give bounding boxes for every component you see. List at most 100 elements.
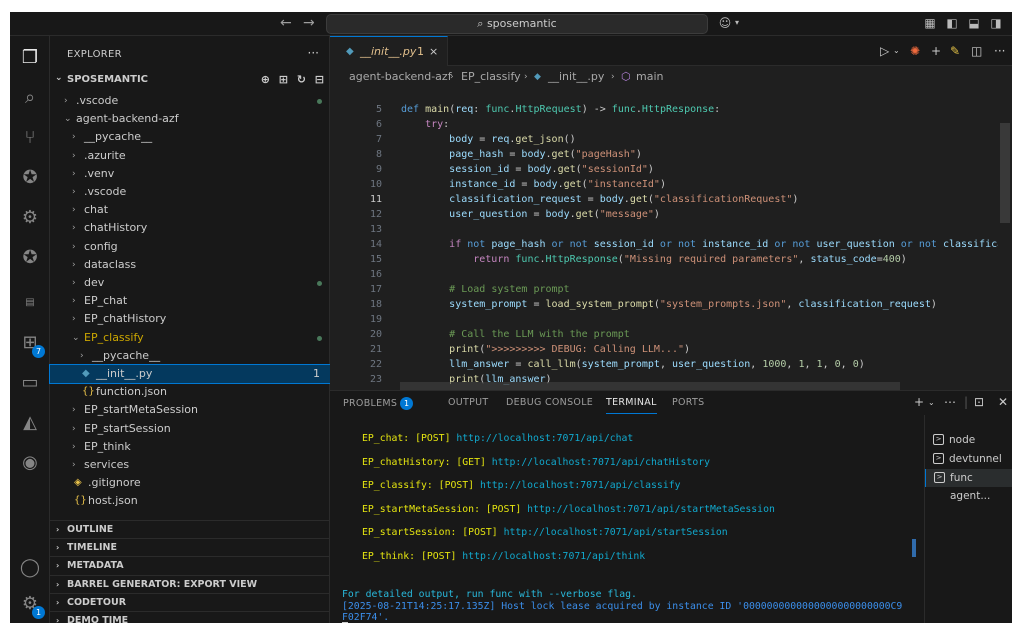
endpoint-method: [POST] (415, 550, 463, 562)
tree-item[interactable]: › EP_chat (50, 292, 330, 310)
collapse-all-icon[interactable]: ⊟ (315, 73, 324, 86)
chevron-right-icon: › (450, 72, 454, 82)
tree-item[interactable]: › dataclass (50, 256, 330, 274)
chevron-down-icon[interactable]: ▾ (730, 16, 744, 30)
breadcrumb-item[interactable]: main (636, 66, 663, 88)
endpoint-url[interactable]: http://localhost:7071/api/chatHistory (492, 457, 710, 468)
terminal-output[interactable]: For detailed output, run func with --ver… (330, 419, 920, 623)
split-editor-icon[interactable]: ◫ (971, 44, 982, 58)
scrollbar-thumb[interactable] (1000, 123, 1010, 223)
remote-explorer-icon[interactable]: ▭ (18, 371, 42, 395)
sidebar-section[interactable]: › BARREL GENERATOR: EXPORT VIEW (50, 574, 330, 593)
edge-icon[interactable]: ◉ (18, 451, 42, 475)
minimap[interactable] (998, 88, 1012, 390)
more-actions-icon[interactable]: ··· (308, 46, 319, 60)
tree-item[interactable]: › chatHistory (50, 219, 330, 237)
sidebar-section[interactable]: › TIMELINE (50, 538, 330, 556)
tree-item[interactable]: › .vscode (50, 183, 330, 201)
tab-output[interactable]: OUTPUT (448, 397, 489, 408)
breadcrumb-item[interactable]: agent-backend-azf (349, 66, 452, 88)
tree-item[interactable]: › EP_think (50, 438, 330, 456)
tree-item[interactable]: ◆ __init__.py 1 (49, 364, 331, 384)
chevron-down-icon[interactable]: ⌄ (893, 46, 900, 55)
sidebar-section[interactable]: › DEMO TIME (50, 611, 330, 623)
terminal-instance[interactable]: > devtunnel (925, 450, 1012, 468)
debug-icon[interactable]: ⚙ (18, 206, 42, 230)
sidebar-section[interactable]: › OUTLINE (50, 520, 330, 538)
tab-problems[interactable]: PROBLEMS 1 (343, 397, 414, 410)
tree-item[interactable]: › __pycache__ (50, 347, 330, 365)
tab-init-py[interactable]: ◆ __init__.py 1 × (330, 36, 448, 66)
tree-item[interactable]: › .venv (50, 165, 330, 183)
tree-item[interactable]: ◈ .gitignore (50, 474, 330, 492)
horizontal-scrollbar[interactable] (400, 382, 900, 390)
tree-item[interactable]: {} function.json (50, 383, 330, 401)
tree-item[interactable]: › __pycache__ (50, 128, 330, 146)
command-center-search[interactable]: ⌕ sposemantic (326, 14, 708, 34)
forward-button[interactable]: → (303, 15, 315, 31)
sidebar-section[interactable]: › CODETOUR (50, 592, 330, 611)
toggle-panel-icon[interactable]: ⬓ (967, 16, 981, 30)
pencil-icon[interactable]: ✎ (950, 44, 960, 58)
chevron-right-icon: › (72, 187, 76, 197)
tree-item[interactable]: › .vscode (50, 92, 330, 110)
mermaid-icon[interactable]: ▤ (18, 291, 42, 315)
line-number: 20 (369, 329, 382, 340)
chevron-down-icon[interactable]: ⌄ (928, 398, 935, 407)
back-button[interactable]: ← (280, 15, 292, 31)
run-icon[interactable]: ▷ (880, 44, 889, 58)
more-actions-icon[interactable]: ··· (994, 44, 1005, 58)
terminal-instance[interactable]: > node (925, 431, 1012, 449)
debug-star-icon[interactable]: ✺ (910, 44, 920, 58)
endpoint-url[interactable]: http://localhost:7071/api/startMetaSessi… (527, 504, 775, 515)
tree-item[interactable]: › EP_startMetaSession (50, 401, 330, 419)
tree-item[interactable]: › services (50, 456, 330, 474)
terminal-instance[interactable]: > func agent... (925, 469, 1012, 502)
code-line: 22 llm_answer = call_llm(system_prompt, … (330, 357, 1012, 372)
tab-terminal[interactable]: TERMINAL (606, 397, 657, 414)
code-editor[interactable]: 5 def main(req: func.HttpRequest) -> func… (330, 88, 1012, 390)
source-control-icon[interactable]: ⑂ (18, 126, 42, 150)
add-icon[interactable]: + (931, 44, 941, 58)
sidebar-section[interactable]: › METADATA (50, 556, 330, 574)
python-icon[interactable]: ✪ (18, 166, 42, 190)
tree-item[interactable]: › config (50, 238, 330, 256)
breadcrumb-item[interactable]: __init__.py (548, 66, 604, 88)
new-folder-icon[interactable]: ⊞ (279, 73, 288, 86)
accounts-icon[interactable]: ◯ (18, 556, 42, 580)
customize-layout-icon[interactable]: ▦ (923, 16, 937, 30)
azure-icon[interactable]: ◭ (18, 411, 42, 435)
close-icon[interactable]: ✕ (998, 395, 1008, 409)
tree-item[interactable]: ⌄ agent-backend-azf (50, 110, 330, 128)
endpoint-url[interactable]: http://localhost:7071/api/chat (456, 433, 633, 444)
tree-item[interactable]: ⌄ EP_classify (50, 329, 330, 347)
toggle-sidebar-icon[interactable]: ◧ (945, 16, 959, 30)
manage-icon[interactable]: ⚙ 1 (18, 592, 45, 619)
breadcrumb-item[interactable]: EP_classify (461, 66, 521, 88)
maximize-panel-icon[interactable]: ⊡ (974, 395, 984, 409)
tree-item[interactable]: › chat (50, 201, 330, 219)
split-terminal-icon[interactable]: ⋯ (944, 395, 956, 409)
new-file-icon[interactable]: ⊕ (261, 73, 270, 86)
endpoint-url[interactable]: http://localhost:7071/api/think (462, 551, 645, 562)
tab-debug-console[interactable]: DEBUG CONSOLE (506, 397, 593, 408)
workspace-header[interactable]: ⌄ SPOSEMANTIC ⊕ ⊞ ↻ ⊟ (50, 70, 330, 90)
toggle-secondary-sidebar-icon[interactable]: ◨ (989, 16, 1003, 30)
extensions-icon[interactable]: ⊞ 7 (18, 331, 45, 358)
python-env-icon[interactable]: ✪ (18, 246, 42, 270)
close-icon[interactable]: × (429, 37, 438, 67)
code-line: 9 session_id = body.get("sessionId") (330, 162, 1012, 177)
terminal-scroll-marker (912, 539, 916, 557)
endpoint-url[interactable]: http://localhost:7071/api/startSession (504, 527, 728, 538)
tree-item[interactable]: › EP_startSession (50, 420, 330, 438)
tab-ports[interactable]: PORTS (672, 397, 704, 408)
tree-item[interactable]: › EP_chatHistory (50, 310, 330, 328)
refresh-icon[interactable]: ↻ (297, 73, 306, 86)
tree-item[interactable]: › .azurite (50, 147, 330, 165)
new-terminal-icon[interactable]: + (914, 395, 924, 409)
explorer-icon[interactable]: ❐ (18, 46, 42, 70)
tree-item[interactable]: › dev (50, 274, 330, 292)
search-icon[interactable]: ⌕ (18, 86, 42, 110)
endpoint-url[interactable]: http://localhost:7071/api/classify (480, 480, 681, 491)
tree-item[interactable]: {} host.json (50, 492, 330, 510)
